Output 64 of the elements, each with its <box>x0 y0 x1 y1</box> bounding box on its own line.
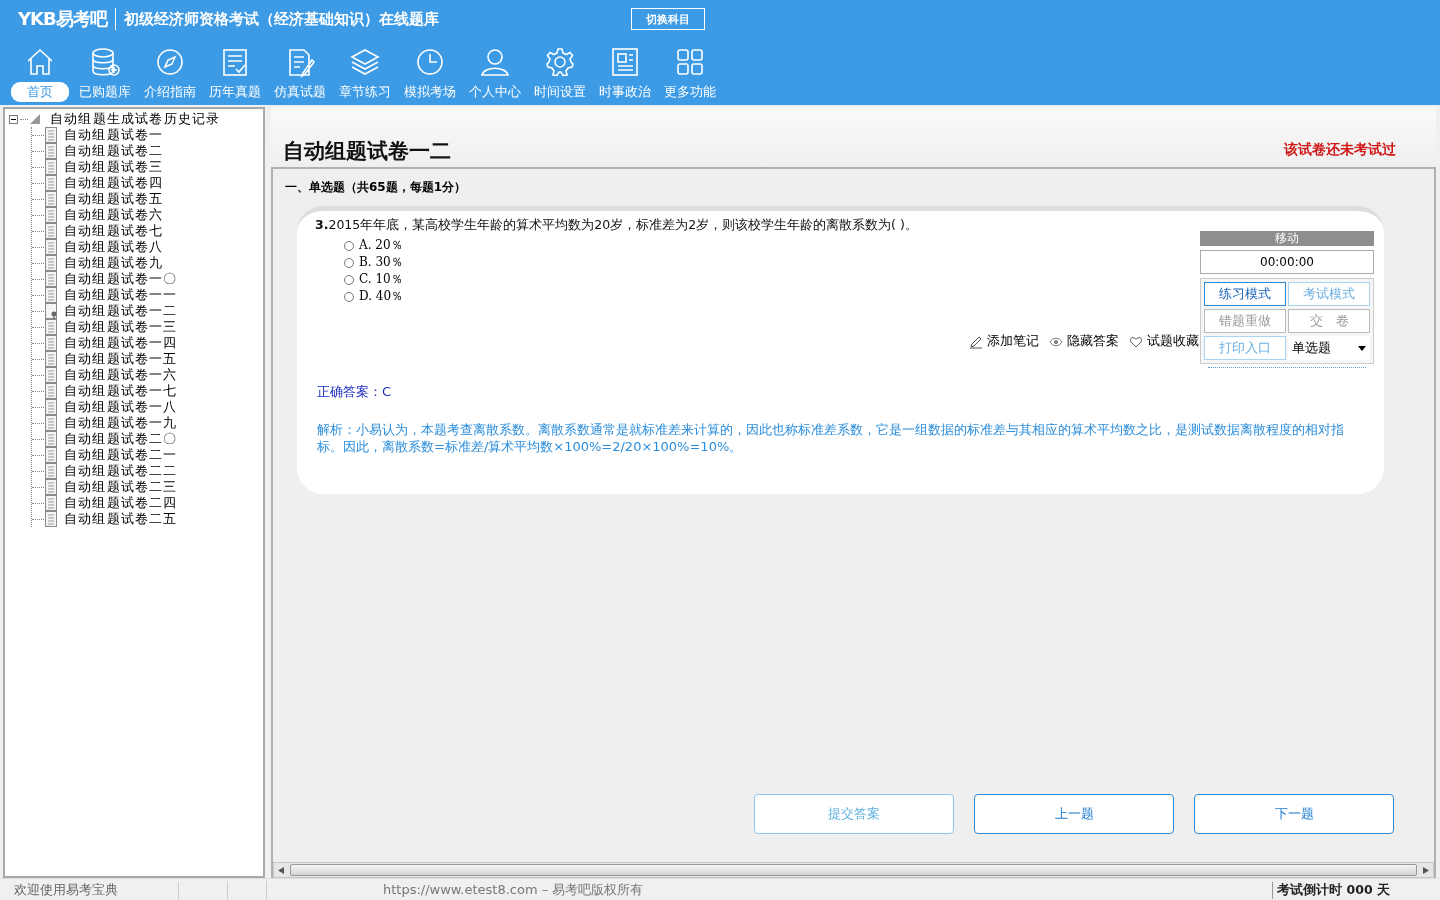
nav-button[interactable]: 下一题 <box>1194 794 1394 834</box>
app-title: 初级经济师资格考试（经济基础知识）在线题库 <box>123 9 439 29</box>
tree-item[interactable]: 自动组题试卷五 <box>64 190 164 208</box>
question-action[interactable]: 添加笔记 <box>969 333 1039 350</box>
caret-icon <box>1358 345 1366 351</box>
tree-item[interactable]: 自动组题试卷一一 <box>64 286 178 304</box>
tree-item[interactable]: 自动组题试卷二四 <box>64 494 178 512</box>
tree-item[interactable]: 自动组题试卷一四 <box>64 334 178 352</box>
tree-item[interactable]: 自动组题试卷二五 <box>64 510 178 528</box>
exam-status-notice: 该试卷还未考试过 <box>1284 141 1396 159</box>
triangle-icon <box>30 114 40 124</box>
tree-item[interactable]: 自动组题试卷一〇 <box>64 270 178 288</box>
correct-answer: 正确答案：C <box>317 383 393 401</box>
option-label[interactable]: B. 30％ <box>359 254 403 271</box>
tree-item[interactable]: 自动组题试卷二 <box>64 142 164 160</box>
tree-item[interactable]: 自动组题试卷一七 <box>64 382 178 400</box>
question-text: 3.2015年年底，某高校学生年龄的算术平均数为20岁，标准差为2岁，则该校学生年龄的离散系数为( )。 <box>315 217 919 234</box>
collapse-icon[interactable] <box>9 114 18 124</box>
tree-item[interactable]: 自动组题试卷七 <box>64 222 164 240</box>
tree-item[interactable]: 自动组题试卷一九 <box>64 414 178 432</box>
mode-button[interactable]: 练习模式 <box>1204 282 1286 306</box>
tree-item[interactable]: 自动组题试卷一八 <box>64 398 178 416</box>
tree-item[interactable]: 自动组题试卷九 <box>64 254 164 272</box>
radio-button[interactable] <box>343 273 355 286</box>
section-heading: 一、单选题（共65题，每题1分） <box>285 179 468 196</box>
tree-item[interactable]: 自动组题生成试卷历史记录 <box>50 110 221 128</box>
answer-analysis: 解析：小易认为，本题考查离散系数。离散系数通常是就标准差来计算的，因此也称标准差系数，它是一组数据的标准差与其相应的算术平均数之比，是测试数据离散程度的相对指标。因此，离散系数=标准差/算术平均数×100%=2/20×100%=10%。 <box>317 421 1345 455</box>
tree-item[interactable]: 自动组题试卷四 <box>64 174 164 192</box>
radio-button[interactable] <box>343 290 355 303</box>
tree-item[interactable]: 自动组题试卷一二 <box>64 302 178 320</box>
timer-display: 00:00:00 <box>1200 250 1374 274</box>
nav-button[interactable]: 上一题 <box>974 794 1174 834</box>
tree-item[interactable]: 自动组题试卷二一 <box>64 446 178 464</box>
horizontal-scrollbar[interactable] <box>273 862 1434 878</box>
heart-icon <box>1129 334 1143 349</box>
copyright-text: https://www.etest8.com – 易考吧版权所有 <box>383 881 644 899</box>
settings-icon[interactable] <box>543 46 576 78</box>
question-action[interactable]: 试题收藏 <box>1129 333 1199 350</box>
app-logo: YKB易考吧 <box>18 7 107 31</box>
paper-title: 自动组题试卷一二 <box>283 138 451 165</box>
user-icon[interactable] <box>478 46 511 78</box>
scroll-left-icon[interactable] <box>278 866 284 874</box>
layers-icon[interactable] <box>348 46 381 78</box>
option-label[interactable]: A. 20％ <box>359 237 403 254</box>
tree-item[interactable]: 自动组题试卷一五 <box>64 350 178 368</box>
scroll-right-icon[interactable] <box>1423 866 1429 874</box>
tree-item[interactable]: 自动组题试卷六 <box>64 206 164 224</box>
tree-item[interactable]: 自动组题试卷一六 <box>64 366 178 384</box>
exam-countdown: 考试倒计时 000 天 <box>1272 881 1390 899</box>
radio-button[interactable] <box>343 256 355 269</box>
question-action[interactable]: 隐藏答案 <box>1049 333 1119 350</box>
tree-item[interactable]: 自动组题试卷八 <box>64 238 164 256</box>
tree-item[interactable]: 自动组题试卷一 <box>64 126 164 144</box>
tree-item[interactable]: 自动组题试卷二三 <box>64 478 178 496</box>
tree-item[interactable]: 自动组题试卷二二 <box>64 462 178 480</box>
option-label[interactable]: D. 40％ <box>359 288 404 305</box>
welcome-text: 欢迎使用易考宝典 <box>0 881 179 899</box>
tree-item[interactable]: 自动组题试卷三 <box>64 158 164 176</box>
option-label[interactable]: C. 10％ <box>359 271 403 288</box>
radio-button[interactable] <box>343 239 355 252</box>
question-type-dropdown[interactable]: 单选题 <box>1288 336 1370 360</box>
pencil-icon <box>969 334 983 349</box>
tree-item[interactable]: 自动组题试卷一三 <box>64 318 178 336</box>
tree-item[interactable]: 自动组题试卷二〇 <box>64 430 178 448</box>
